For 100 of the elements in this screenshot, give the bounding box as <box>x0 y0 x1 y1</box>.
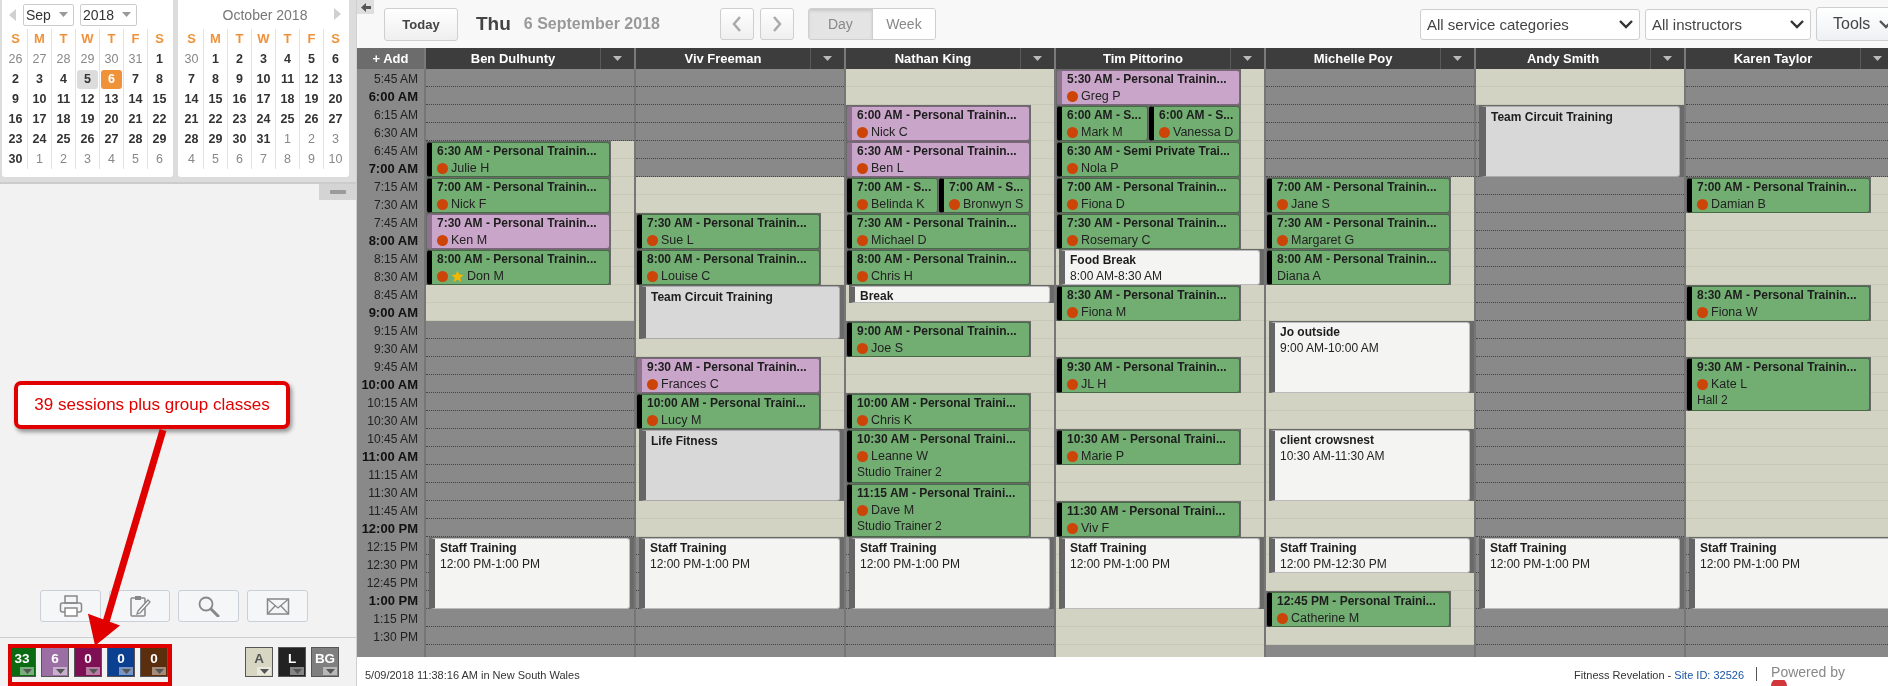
calendar-day[interactable]: 14 <box>181 89 202 109</box>
appointment-card[interactable]: 8:30 AM - Personal Trainin... Fiona W <box>1687 286 1870 321</box>
appointment-card[interactable]: 7:00 AM - Personal Trainin... Fiona D <box>1057 178 1240 213</box>
time-block-card[interactable]: Break <box>849 286 1050 303</box>
class-card[interactable]: Life Fitness <box>639 430 840 501</box>
time-slot[interactable] <box>426 69 634 87</box>
calendar-day[interactable]: 12 <box>77 89 98 109</box>
appointment-card[interactable]: 7:00 AM - S... Belinda K <box>847 178 938 213</box>
time-slot[interactable] <box>426 339 634 357</box>
appointment-card[interactable]: 6:00 AM - S... Vanessa D <box>1149 106 1240 141</box>
appointment-card[interactable]: 6:00 AM - S... Mark M <box>1057 106 1148 141</box>
calendar-day[interactable]: 26 <box>77 129 98 149</box>
month-select[interactable]: Sep <box>23 3 74 26</box>
time-block-card[interactable]: Jo outside 9:00 AM-10:00 AM <box>1269 322 1470 393</box>
display-toggle[interactable]: A <box>245 647 273 677</box>
time-slot[interactable] <box>636 123 844 141</box>
appointment-card[interactable]: 9:30 AM - Personal Trainin... Frances C <box>637 358 820 393</box>
time-slot[interactable] <box>1476 393 1684 411</box>
time-slot[interactable] <box>1686 69 1888 87</box>
time-slot[interactable] <box>1266 141 1474 159</box>
calendar-day[interactable]: 25 <box>277 109 298 129</box>
calendar-day[interactable]: 7 <box>253 149 274 169</box>
calendar-day[interactable]: 11 <box>277 69 298 89</box>
calendar-day[interactable]: 29 <box>205 129 226 149</box>
appointment-card[interactable]: 11:15 AM - Personal Traini... Dave M Studio Trainer 2 <box>847 484 1030 537</box>
time-slot[interactable] <box>1476 321 1684 339</box>
appointment-card[interactable]: 6:30 AM - Semi Private Trai... Nola P <box>1057 142 1240 177</box>
time-slot[interactable] <box>1476 213 1684 231</box>
time-slot[interactable] <box>1476 357 1684 375</box>
calendar-day[interactable]: 9 <box>5 89 26 109</box>
display-toggle[interactable]: BG <box>311 647 339 677</box>
appointment-card[interactable]: 10:00 AM - Personal Traini... Chris K <box>847 394 1030 429</box>
calendar-day[interactable]: 30 <box>101 49 122 69</box>
time-slot[interactable] <box>426 465 634 483</box>
calendar-day[interactable]: 14 <box>125 89 146 109</box>
appointment-card[interactable]: 10:30 AM - Personal Traini... Leanne W Studio Trainer 2 <box>847 430 1030 483</box>
calendar-day[interactable]: 27 <box>325 109 346 129</box>
time-block-card[interactable]: Staff Training 12:00 PM-1:00 PM <box>1059 538 1260 609</box>
calendar-day[interactable]: 7 <box>181 69 202 89</box>
time-slot[interactable] <box>426 627 634 645</box>
appointment-card[interactable]: 7:00 AM - Personal Trainin... Damian B <box>1687 178 1870 213</box>
calendar-day[interactable]: 9 <box>229 69 250 89</box>
calendar-day[interactable]: 6 <box>325 49 346 69</box>
time-slot[interactable] <box>426 609 634 627</box>
view-tab[interactable]: Week <box>871 9 935 39</box>
time-slot[interactable] <box>426 87 634 105</box>
print-button[interactable] <box>40 590 101 622</box>
appointment-card[interactable]: 10:00 AM - Personal Traini... Lucy M <box>637 394 820 429</box>
time-slot[interactable] <box>1686 87 1888 105</box>
class-card[interactable]: Team Circuit Training <box>1479 106 1680 177</box>
calendar-day[interactable]: 23 <box>229 109 250 129</box>
calendar-day[interactable]: 2 <box>301 129 322 149</box>
calendar-day[interactable]: 25 <box>53 129 74 149</box>
time-slot[interactable] <box>1686 141 1888 159</box>
calendar-day[interactable]: 6 <box>149 149 170 169</box>
time-slot[interactable] <box>426 447 634 465</box>
count-badge[interactable]: 0 <box>74 647 102 677</box>
count-badge[interactable]: 0 <box>107 647 135 677</box>
time-block-card[interactable]: Staff Training 12:00 PM-1:00 PM <box>1479 538 1680 609</box>
add-button[interactable]: + Add <box>357 48 424 69</box>
appointment-card[interactable]: 8:00 AM - Personal Trainin... Diana A <box>1267 250 1450 285</box>
time-slot[interactable] <box>1476 411 1684 429</box>
previous-button[interactable] <box>719 8 754 40</box>
calendar-day[interactable]: 3 <box>253 49 274 69</box>
calendar-day[interactable]: 1 <box>149 49 170 69</box>
calendar-day[interactable]: 1 <box>29 149 50 169</box>
calendar-day[interactable]: 8 <box>277 149 298 169</box>
calendar-day[interactable]: 13 <box>325 69 346 89</box>
calendar-day[interactable]: 21 <box>125 109 146 129</box>
time-slot[interactable] <box>1476 447 1684 465</box>
calendar-day[interactable]: 16 <box>5 109 26 129</box>
appointment-card[interactable]: 7:30 AM - Personal Trainin... Rosemary C <box>1057 214 1240 249</box>
time-block-card[interactable]: Staff Training 12:00 PM-1:00 PM <box>849 538 1050 609</box>
calendar-day[interactable]: 7 <box>125 69 146 89</box>
appointment-card[interactable]: 8:30 AM - Personal Trainin... Fiona M <box>1057 286 1240 321</box>
calendar-day[interactable]: 13 <box>101 89 122 109</box>
time-slot[interactable] <box>426 105 634 123</box>
calendar-day[interactable]: 8 <box>149 69 170 89</box>
calendar-day[interactable]: 5 <box>125 149 146 169</box>
calendar-day[interactable]: 31 <box>125 49 146 69</box>
calendar-day[interactable]: 20 <box>325 89 346 109</box>
time-slot[interactable] <box>1476 627 1684 645</box>
appointment-card[interactable]: 9:30 AM - Personal Trainin... Kate L Hall 2 <box>1687 358 1870 411</box>
next-button[interactable] <box>759 8 794 40</box>
calendar-day[interactable]: 5 <box>77 69 98 89</box>
calendar-day[interactable]: 30 <box>229 129 250 149</box>
calendar-day[interactable]: 2 <box>229 49 250 69</box>
count-badge[interactable]: 6 <box>41 647 69 677</box>
time-slot[interactable] <box>636 69 844 87</box>
appointment-card[interactable]: 6:30 AM - Personal Trainin... Julie H <box>427 142 610 177</box>
time-slot[interactable] <box>846 609 1054 627</box>
time-slot[interactable] <box>1686 105 1888 123</box>
site-id-link[interactable]: Site ID: 32526 <box>1674 669 1745 681</box>
calendar-day[interactable]: 31 <box>253 129 274 149</box>
time-slot[interactable] <box>1686 627 1888 645</box>
calendar-day[interactable]: 2 <box>5 69 26 89</box>
calendar-day[interactable]: 29 <box>77 49 98 69</box>
time-slot[interactable] <box>1476 249 1684 267</box>
display-toggle[interactable]: L <box>278 647 306 677</box>
calendar-day[interactable]: 26 <box>5 49 26 69</box>
